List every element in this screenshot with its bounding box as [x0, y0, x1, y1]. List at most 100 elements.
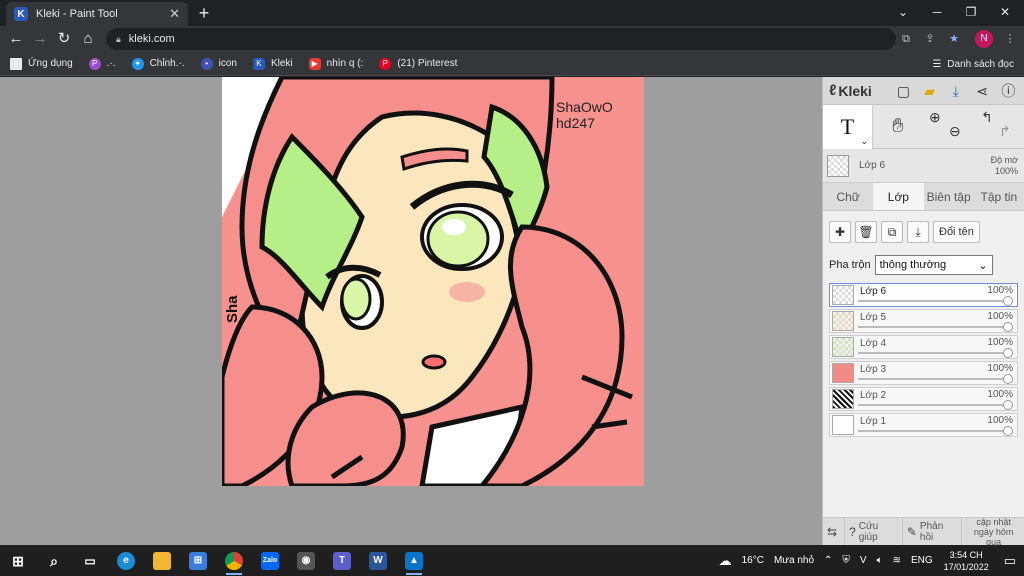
- new-file-icon[interactable]: ▢: [893, 80, 914, 102]
- restore-button[interactable]: ❐: [954, 0, 988, 24]
- profile-avatar[interactable]: N: [975, 30, 993, 48]
- layer-item[interactable]: Lớp 5 100%: [829, 309, 1018, 333]
- slider-knob[interactable]: [1003, 426, 1013, 436]
- edge-app[interactable]: e: [108, 545, 144, 576]
- layer-opacity-slider[interactable]: [858, 326, 1007, 328]
- tab-file[interactable]: Tập tin: [974, 183, 1024, 210]
- bookmark-icon[interactable]: • icon: [200, 57, 237, 70]
- volume-icon[interactable]: 🔈︎: [877, 555, 883, 566]
- hand-tool-icon[interactable]: ✋︎: [873, 115, 923, 138]
- tab-edit[interactable]: Biên tập: [924, 183, 974, 210]
- notification-icon[interactable]: ▭: [1004, 553, 1016, 569]
- tab-text[interactable]: Chữ: [823, 183, 873, 210]
- address-bar[interactable]: 🔒︎ kleki.com: [106, 28, 896, 50]
- bookmark-kleki[interactable]: K Kleki: [252, 57, 293, 70]
- windows-logo-icon: ⊞: [12, 552, 24, 569]
- merge-layer-button[interactable]: ⤓: [907, 221, 929, 243]
- home-button[interactable]: ⌂: [78, 29, 98, 49]
- help-icon[interactable]: ⓘ: [998, 80, 1019, 102]
- share-icon[interactable]: ⋖: [972, 80, 993, 102]
- search-button[interactable]: ⌕: [36, 545, 72, 576]
- slider-knob[interactable]: [1003, 296, 1013, 306]
- slider-knob[interactable]: [1003, 348, 1013, 358]
- feedback-button[interactable]: ✎ Phản hồi: [903, 517, 963, 546]
- clock[interactable]: 3:54 CH 17/01/2022: [944, 549, 989, 573]
- layer-item[interactable]: Lớp 3 100%: [829, 361, 1018, 385]
- back-button[interactable]: ←: [6, 29, 26, 49]
- swap-side-button[interactable]: ⇆: [823, 517, 846, 546]
- download-icon[interactable]: ⤓: [945, 80, 966, 102]
- tab-layers[interactable]: Lớp: [873, 183, 924, 210]
- language-indicator[interactable]: ENG: [911, 555, 933, 566]
- wifi-icon[interactable]: ≋: [893, 555, 901, 566]
- delete-layer-button[interactable]: 🗑︎: [855, 221, 877, 243]
- layer-opacity-slider[interactable]: [858, 378, 1007, 380]
- layer-item[interactable]: Lớp 6 100%: [829, 283, 1018, 307]
- slider-knob[interactable]: [1003, 400, 1013, 410]
- slider-knob[interactable]: [1003, 374, 1013, 384]
- save-icon[interactable]: ▰: [919, 80, 940, 102]
- text-tool-button[interactable]: T ⌄: [823, 104, 873, 149]
- defender-icon[interactable]: ⛨: [842, 555, 850, 566]
- minimize-button[interactable]: ─: [920, 0, 954, 24]
- canvas-area[interactable]: ShaOwO hd247 Sha: [0, 77, 822, 545]
- layer-opacity-slider[interactable]: [858, 404, 1007, 406]
- weather-cloud-icon[interactable]: ☁: [719, 553, 732, 569]
- forward-button[interactable]: →: [30, 29, 50, 49]
- bookmark-edit[interactable]: ✦ Chỉnh.·.: [131, 57, 185, 70]
- task-view-button[interactable]: ▭: [72, 545, 108, 576]
- layer-thumbnail: [832, 363, 854, 383]
- redo-icon[interactable]: ↱: [999, 123, 1011, 140]
- blend-mode-select[interactable]: thông thường ⌄: [874, 255, 993, 275]
- weather-temp[interactable]: 16°C: [742, 555, 764, 566]
- bookmark-pinterest[interactable]: P (21) Pinterest: [379, 57, 457, 70]
- bookmark-star-icon[interactable]: ★: [946, 31, 962, 47]
- layer-item[interactable]: Lớp 1 100%: [829, 413, 1018, 437]
- teams-icon: T: [333, 551, 351, 570]
- layer-opacity-slider[interactable]: [858, 430, 1007, 432]
- zoom-out-icon[interactable]: ⊖: [949, 123, 961, 140]
- add-layer-button[interactable]: ✚: [829, 221, 851, 243]
- bookmark-apps[interactable]: Ứng dụng: [10, 57, 73, 70]
- word-app[interactable]: W: [360, 545, 396, 576]
- layer-item[interactable]: Lớp 4 100%: [829, 335, 1018, 359]
- layer-opacity-slider[interactable]: [858, 300, 1007, 302]
- duplicate-layer-button[interactable]: ⧉: [881, 221, 903, 243]
- update-info[interactable]: cập nhật ngày hôm qua: [962, 517, 1024, 547]
- kleki-logo[interactable]: ℓ Kleki: [829, 82, 893, 99]
- zoom-in-icon[interactable]: ⊕: [929, 109, 941, 126]
- photos-app[interactable]: ▲: [396, 545, 432, 576]
- share-icon[interactable]: ⇪: [922, 31, 938, 47]
- teams-app[interactable]: T: [324, 545, 360, 576]
- layer-opacity-slider[interactable]: [858, 352, 1007, 354]
- start-button[interactable]: ⊞: [0, 545, 36, 576]
- store-app[interactable]: ⊞: [180, 545, 216, 576]
- slider-knob[interactable]: [1003, 322, 1013, 332]
- zalo-app[interactable]: Zalo: [252, 545, 288, 576]
- menu-kebab-icon[interactable]: ⋮: [1002, 31, 1018, 47]
- undo-icon[interactable]: ↰: [981, 109, 993, 126]
- tab-search-icon[interactable]: ⌄: [886, 0, 920, 24]
- bookmark-picsart[interactable]: P .·.: [88, 57, 116, 70]
- file-explorer-app[interactable]: [144, 545, 180, 576]
- url-text: kleki.com: [128, 33, 175, 45]
- new-tab-button[interactable]: +: [194, 3, 214, 23]
- translate-icon[interactable]: ⧉: [898, 31, 914, 47]
- help-button[interactable]: ? Cứu giúp: [845, 517, 903, 546]
- question-icon: ?: [849, 524, 856, 539]
- reload-button[interactable]: ↻: [54, 29, 74, 49]
- drawing-canvas[interactable]: ShaOwO hd247 Sha: [222, 77, 644, 486]
- chrome-app[interactable]: [216, 545, 252, 576]
- bookmark-youtube[interactable]: ▶ nhìn q (:: [308, 57, 363, 70]
- reading-list[interactable]: ☰ Danh sách đọc: [932, 52, 1014, 76]
- vpn-icon[interactable]: V: [860, 555, 867, 566]
- browser-tab[interactable]: K Kleki - Paint Tool ✕: [6, 2, 188, 26]
- close-window-button[interactable]: ✕: [988, 0, 1022, 24]
- layer-item[interactable]: Lớp 2 100%: [829, 387, 1018, 411]
- camera-app[interactable]: ◉: [288, 545, 324, 576]
- weather-text[interactable]: Mưa nhỏ: [774, 555, 814, 566]
- show-hidden-icons-icon[interactable]: ⌃: [824, 555, 832, 566]
- close-tab-icon[interactable]: ✕: [169, 6, 180, 22]
- kleki-page: ShaOwO hd247 Sha ℓ Kleki ▢ ▰ ⤓ ⋖ ⓘ T ⌄ ✋︎…: [0, 77, 1024, 547]
- rename-layer-button[interactable]: Đổi tên: [933, 221, 980, 243]
